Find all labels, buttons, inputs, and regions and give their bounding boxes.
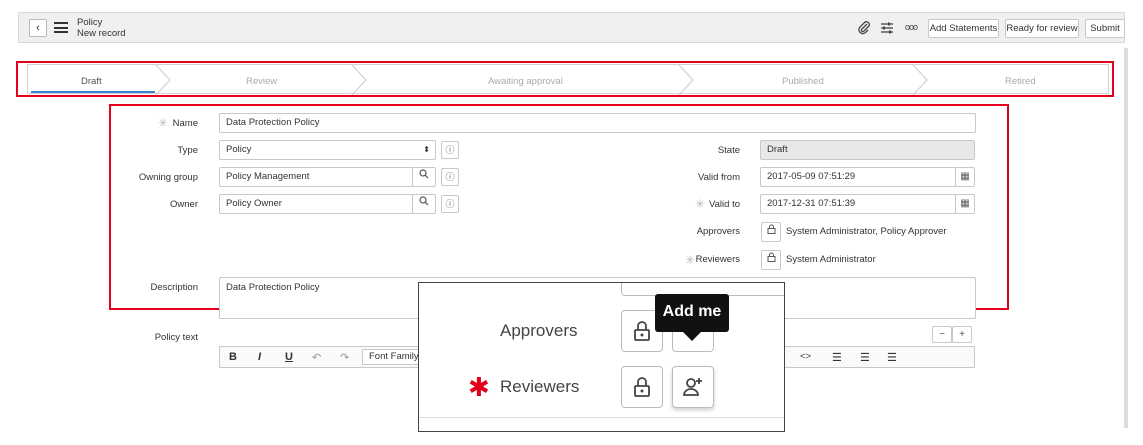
lock-icon[interactable] xyxy=(761,222,781,242)
add-user-icon xyxy=(683,378,702,396)
back-button[interactable]: ‹ xyxy=(29,19,47,37)
approvers-label: Approvers xyxy=(696,226,740,237)
state-label: State xyxy=(717,145,740,156)
record-title: Policy xyxy=(77,17,103,28)
state-field: Draft xyxy=(760,140,975,160)
collapse-button[interactable]: − xyxy=(932,326,952,343)
stage-awaiting-approval[interactable]: Awaiting approval xyxy=(488,76,563,87)
owning-group-label: Owning group xyxy=(138,172,198,183)
reviewers-value: System Administrator xyxy=(786,254,876,265)
calendar-icon[interactable]: ▦ xyxy=(955,167,975,187)
italic-button[interactable]: I xyxy=(258,351,261,363)
add-me-tooltip: Add me xyxy=(655,294,729,332)
info-icon[interactable]: ⓘ xyxy=(441,195,459,213)
source-code-button[interactable]: <> xyxy=(800,351,811,362)
align-left-icon[interactable]: ☰ xyxy=(832,351,842,364)
underline-button[interactable]: U xyxy=(285,351,293,363)
bold-button[interactable]: B xyxy=(229,351,237,363)
divider xyxy=(419,417,784,418)
record-header: ‹ Policy New record ooo Add Statements R… xyxy=(18,12,1125,43)
select-arrows-icon: ⬍ xyxy=(423,145,430,154)
zoom-callout: Approvers Add me ✱ Reviewers xyxy=(418,282,785,432)
font-family-select[interactable]: Font Family xyxy=(362,349,422,365)
valid-to-label: Valid to xyxy=(709,199,740,210)
zoom-reviewers-label: Reviewers xyxy=(500,377,580,396)
type-label: Type xyxy=(177,145,198,156)
lock-icon[interactable] xyxy=(761,250,781,270)
undo-icon[interactable]: ↶ xyxy=(312,351,321,364)
description-label: Description xyxy=(150,282,198,293)
stage-retired[interactable]: Retired xyxy=(1005,76,1036,87)
ready-for-review-button[interactable]: Ready for review xyxy=(1005,19,1079,38)
page-scrollbar[interactable] xyxy=(1124,48,1128,428)
required-marker-large: ✱ xyxy=(468,372,490,402)
info-icon[interactable]: ⓘ xyxy=(441,168,459,186)
type-select-value: Policy xyxy=(226,144,252,155)
add-me-button[interactable] xyxy=(672,366,714,408)
stage-review[interactable]: Review xyxy=(246,76,277,87)
record-subtitle: New record xyxy=(77,28,126,39)
calendar-icon[interactable]: ▦ xyxy=(955,194,975,214)
hamburger-menu-icon[interactable] xyxy=(54,22,68,33)
back-icon: ‹ xyxy=(36,22,40,34)
reviewers-label: Reviewers xyxy=(695,254,740,265)
owning-group-field[interactable]: Policy Management xyxy=(219,167,413,187)
valid-to-field[interactable]: 2017-12-31 07:51:39 xyxy=(760,194,956,214)
align-center-icon[interactable]: ☰ xyxy=(860,351,870,364)
tooltip-arrow xyxy=(683,332,701,341)
type-select[interactable]: Policy ⬍ xyxy=(219,140,436,160)
owner-label: Owner xyxy=(170,199,198,210)
policy-text-label: Policy text xyxy=(154,332,198,343)
add-statements-button[interactable]: Add Statements xyxy=(928,19,999,38)
expand-button[interactable]: + xyxy=(952,326,972,343)
zoom-approvers-label: Approvers xyxy=(500,321,578,340)
active-stage-indicator xyxy=(31,91,155,93)
search-icon[interactable] xyxy=(412,167,436,187)
valid-from-field[interactable]: 2017-05-09 07:51:29 xyxy=(760,167,956,187)
owner-field[interactable]: Policy Owner xyxy=(219,194,413,214)
stage-chevrons xyxy=(155,65,928,95)
settings-sliders-icon[interactable] xyxy=(880,21,894,38)
stage-published[interactable]: Published xyxy=(782,76,824,87)
paperclip-icon[interactable] xyxy=(857,21,871,38)
redo-icon[interactable]: ↷ xyxy=(340,351,349,364)
stage-draft[interactable]: Draft xyxy=(81,76,102,87)
search-icon[interactable] xyxy=(412,194,436,214)
approvers-value: System Administrator, Policy Approver xyxy=(786,226,947,237)
zoom-reviewers-lock-button[interactable] xyxy=(621,366,663,408)
valid-from-label: Valid from xyxy=(697,172,740,183)
align-right-icon[interactable]: ☰ xyxy=(887,351,897,364)
name-field[interactable]: Data Protection Policy xyxy=(219,113,976,133)
submit-button[interactable]: Submit xyxy=(1085,19,1125,38)
stage-progress-bar: Draft Review Awaiting approval Published… xyxy=(27,64,1109,95)
name-label: Name xyxy=(172,118,198,129)
more-options-icon[interactable]: ooo xyxy=(905,22,918,32)
info-icon[interactable]: ⓘ xyxy=(441,141,459,159)
